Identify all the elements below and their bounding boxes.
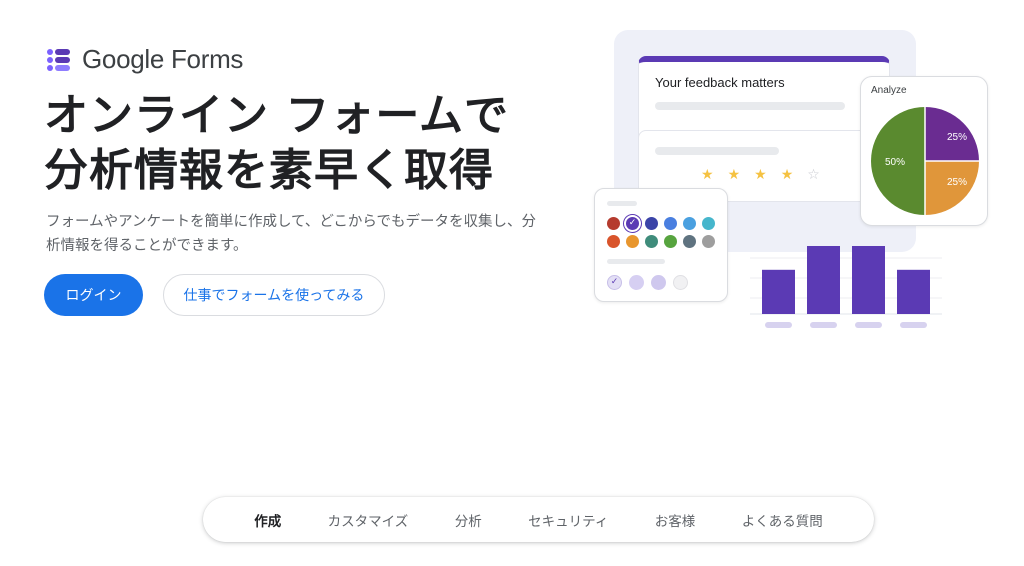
- color-swatch[interactable]: [702, 235, 715, 248]
- page-title: オンライン フォームで 分析情報を素早く取得: [44, 88, 564, 198]
- analyze-card: Analyze 25% 25% 50%: [860, 76, 988, 226]
- section-tab-bar: 作成 カスタマイズ 分析 セキュリティ お客様 よくある質問: [203, 497, 874, 542]
- bar-label-placeholder: [810, 322, 837, 328]
- check-icon: ✓: [628, 218, 637, 228]
- bar: [807, 246, 840, 314]
- pie-slice-label: 25%: [947, 177, 967, 188]
- placeholder-line: [655, 102, 845, 110]
- shade-swatch[interactable]: [673, 275, 688, 290]
- color-swatch[interactable]: [607, 235, 620, 248]
- bar-chart: [750, 246, 942, 328]
- color-swatch[interactable]: [645, 217, 658, 230]
- bar: [852, 246, 885, 314]
- forms-logo-icon: [47, 48, 70, 71]
- bar-label-placeholder: [765, 322, 792, 328]
- form-preview-title: Your feedback matters: [655, 75, 785, 90]
- tab-item[interactable]: よくある質問: [742, 510, 823, 530]
- shade-swatch[interactable]: [651, 275, 666, 290]
- tab-item[interactable]: 分析: [455, 510, 482, 530]
- pie-slice-label: 50%: [885, 157, 905, 168]
- bar-label-placeholder: [900, 322, 927, 328]
- shade-swatch-selected[interactable]: ✓: [607, 275, 622, 290]
- color-swatch[interactable]: [664, 217, 677, 230]
- color-swatch[interactable]: [683, 217, 696, 230]
- color-swatch[interactable]: [645, 235, 658, 248]
- page-title-line-2: 分析情報を素早く取得: [44, 145, 494, 196]
- hero-illustration: Your feedback matters ★ ★ ★ ★ ☆ Analyze …: [590, 28, 1010, 338]
- theme-palette-card: ✓ ✓: [594, 188, 728, 302]
- hero-description: フォームやアンケートを簡単に作成して、どこからでもデータを収集し、分析情報を得る…: [46, 214, 536, 254]
- tab-item[interactable]: カスタマイズ: [328, 510, 409, 530]
- bar: [897, 269, 930, 314]
- logo-text: Google Forms: [82, 44, 244, 74]
- star-rating: ★ ★ ★ ★ ☆: [701, 167, 820, 183]
- color-swatch[interactable]: [702, 217, 715, 230]
- color-swatch[interactable]: [664, 235, 677, 248]
- google-forms-logo[interactable]: Google Forms: [46, 44, 243, 75]
- page-title-line-1: オンライン フォームで: [44, 90, 509, 141]
- pie-chart: 25% 25% 50%: [871, 107, 979, 215]
- shade-swatch-row: ✓: [607, 275, 688, 290]
- star-icon: ★: [754, 167, 767, 183]
- star-icon: ★: [727, 167, 741, 183]
- color-swatch[interactable]: [626, 235, 639, 248]
- tab-item[interactable]: セキュリティ: [528, 510, 608, 530]
- tab-item[interactable]: 作成: [254, 510, 281, 530]
- analyze-label: Analyze: [871, 85, 907, 96]
- star-outline-icon: ☆: [807, 167, 820, 183]
- shade-swatch[interactable]: [629, 275, 644, 290]
- color-swatch[interactable]: [607, 217, 620, 230]
- placeholder-line: [655, 147, 779, 155]
- bar: [762, 269, 795, 314]
- login-button[interactable]: ログイン: [44, 274, 143, 316]
- placeholder-line: [607, 201, 637, 206]
- color-swatch-selected[interactable]: ✓: [624, 215, 641, 232]
- pie-slice: [925, 161, 979, 215]
- star-icon: ★: [701, 167, 714, 183]
- star-icon: ★: [780, 167, 794, 183]
- color-swatch-row: ✓: [607, 215, 715, 232]
- color-swatch-row: [607, 235, 715, 248]
- pie-slice-label: 25%: [947, 132, 967, 143]
- bar-label-placeholder: [855, 322, 882, 328]
- try-for-work-button[interactable]: 仕事でフォームを使ってみる: [163, 274, 385, 316]
- tab-item[interactable]: お客様: [655, 510, 696, 530]
- color-swatch[interactable]: [683, 235, 696, 248]
- placeholder-line: [607, 259, 665, 264]
